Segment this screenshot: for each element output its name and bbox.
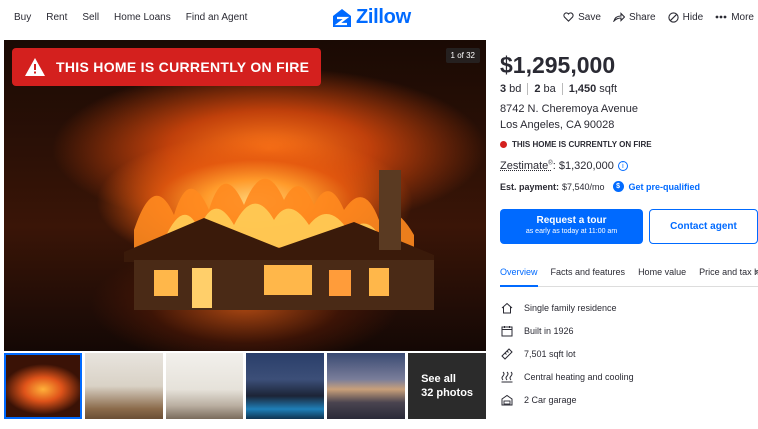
share-icon [613,12,625,22]
list-item: Built in 1926 [500,319,634,342]
see-all-photos-button[interactable]: See all 32 photos [408,353,486,419]
tab-price-tax-history[interactable]: Price and tax his [699,262,758,287]
address-city: Los Angeles, CA 90028 [500,119,615,131]
more-dots-icon [715,15,727,19]
address-street: 8742 N. Cheremoya Avenue [500,103,638,115]
zillow-house-icon [333,8,351,27]
more-label: More [731,11,754,23]
sqft-value: 1,450 [568,83,597,95]
photo-counter: 1 of 32 [445,48,480,63]
tab-home-value[interactable]: Home value [638,262,686,287]
hide-icon [667,11,679,23]
fire-alert-text: THIS HOME IS CURRENTLY ON FIRE [56,59,310,75]
heating-icon [500,370,514,384]
calendar-icon [500,324,514,338]
nav-sell[interactable]: Sell [82,12,99,23]
see-all-text: See all 32 photos [421,372,473,400]
nav-home-loans[interactable]: Home Loans [114,12,171,23]
share-button[interactable]: Share [613,12,656,23]
house-icon [500,301,514,315]
list-item: Central heating and cooling [500,365,634,388]
status-dot-icon [500,141,507,148]
save-label: Save [578,11,601,23]
zestimate-link[interactable]: Zestimate® [500,160,553,172]
ruler-icon [500,347,514,361]
nav-find-agent[interactable]: Find an Agent [186,12,248,23]
info-icon[interactable]: i [617,161,628,171]
photo-count-label: 32 photos [421,387,474,399]
feature-label: Central heating and cooling [524,371,634,382]
feature-label: 7,501 sqft lot [524,348,576,359]
thumbnail-kitchen[interactable] [165,353,244,419]
estimated-payment: Est. payment: $7,540/mo $ Get pre-qualif… [500,181,700,192]
primary-nav: Buy Rent Sell Home Loans Find an Agent [0,12,262,23]
thumbnail-fire-exterior[interactable] [4,353,82,419]
beds-value: 3 [500,83,507,95]
tab-facts-features[interactable]: Facts and features [551,262,626,287]
save-button[interactable]: Save [563,12,601,23]
est-payment-value: $7,540/mo [562,181,605,192]
nav-rent[interactable]: Rent [46,12,67,23]
list-item: 7,501 sqft lot [500,342,634,365]
request-tour-button[interactable]: Request a tour as early as today at 11:0… [500,209,643,244]
warning-icon [25,58,45,76]
zestimate-value: : $1,320,000 [552,160,614,172]
divider [561,83,563,95]
zillow-logo[interactable]: Zillow [332,6,411,29]
top-nav-bar: Buy Rent Sell Home Loans Find an Agent Z… [0,0,758,34]
beds-label: bd [509,83,522,95]
main-listing-photo[interactable]: THIS HOME IS CURRENTLY ON FIRE 1 of 32 [4,40,486,351]
get-prequalified-link[interactable]: Get pre-qualified [629,182,701,192]
zestimate: Zestimate® : $1,320,000 i [500,160,628,172]
dollar-icon: $ [612,181,624,192]
fire-alert-banner: THIS HOME IS CURRENTLY ON FIRE [12,48,322,86]
sqft-label: sqft [599,83,618,95]
request-tour-label: Request a tour [536,215,607,226]
share-label: Share [628,11,656,23]
feature-list: Single family residence Built in 1926 7,… [500,296,634,411]
garage-icon [500,393,514,407]
listing-price: $1,295,000 [500,52,616,78]
listing-status: THIS HOME IS CURRENTLY ON FIRE [500,140,652,149]
heart-icon [563,12,574,22]
nav-buy[interactable]: Buy [14,12,31,23]
baths-label: ba [543,83,556,95]
more-button[interactable]: More [715,12,754,23]
bed-bath-sqft: 3 bd 2 ba 1,450 sqft [500,83,617,95]
list-item: Single family residence [500,296,634,319]
zestimate-label: Zestimate [500,160,549,172]
thumbnail-living-room[interactable] [84,353,163,419]
see-all-label: See all [421,373,456,385]
listing-tabs: Overview Facts and features Home value P… [500,262,758,287]
divider [527,83,529,95]
tab-overview[interactable]: Overview [500,262,538,287]
thumbnail-city-view[interactable] [327,353,406,419]
logo-text: Zillow [356,6,411,28]
contact-agent-button[interactable]: Contact agent [649,209,758,244]
thumbnail-pool[interactable] [246,353,325,419]
feature-label: Built in 1926 [524,325,574,336]
hide-label: Hide [682,11,704,23]
listing-actions: Save Share Hide More [551,0,754,34]
feature-label: 2 Car garage [524,394,577,405]
list-item: 2 Car garage [500,388,634,411]
est-payment-label: Est. payment: [500,181,560,192]
feature-label: Single family residence [524,302,617,313]
status-text: THIS HOME IS CURRENTLY ON FIRE [512,140,652,149]
burning-house-illustration [124,170,434,310]
chevron-right-icon[interactable]: › [755,267,758,278]
photo-thumbnail-strip: See all 32 photos [4,353,486,419]
request-tour-sublabel: as early as today at 11:00 am [525,228,618,235]
hide-button[interactable]: Hide [667,11,704,23]
baths-value: 2 [534,83,541,95]
